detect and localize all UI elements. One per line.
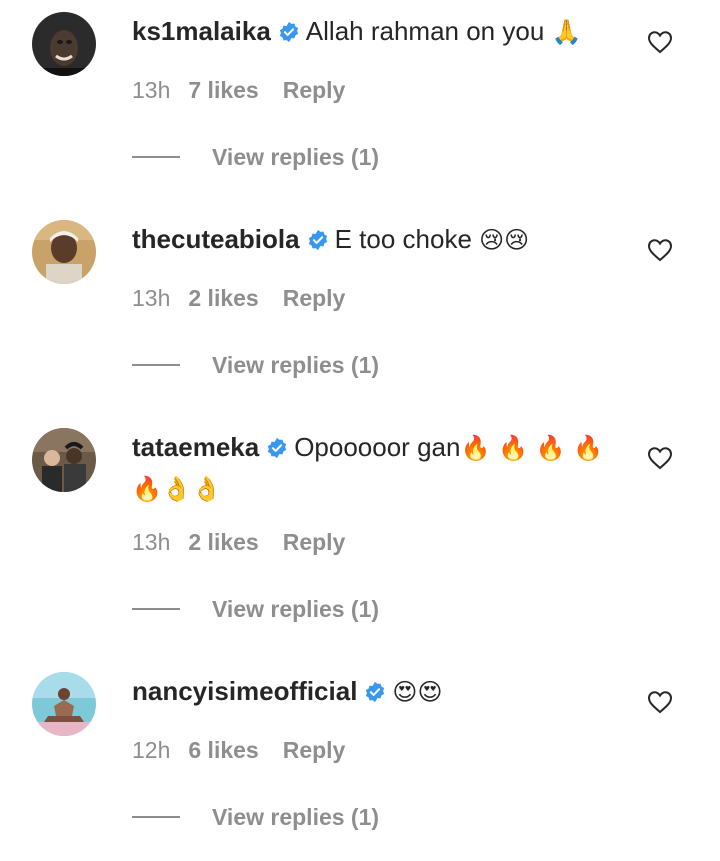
view-replies-label: View replies (1) <box>212 595 380 622</box>
view-replies-label: View replies (1) <box>212 351 380 378</box>
view-replies-button[interactable]: View replies (1) <box>132 142 379 172</box>
reply-button[interactable]: Reply <box>283 737 346 764</box>
comment-body: E too choke <box>334 224 472 254</box>
comment-emoji: 🔥👌👌 <box>132 475 222 503</box>
avatar[interactable] <box>32 12 96 76</box>
divider <box>132 156 180 158</box>
comment-text: thecuteabiola E too choke 😢😢 <box>132 220 622 259</box>
view-replies-label: View replies (1) <box>212 143 380 170</box>
divider <box>132 816 180 818</box>
comment-body: Opooooor gan <box>294 432 461 462</box>
comment-emoji: 😢😢 <box>479 226 530 254</box>
divider <box>132 364 180 366</box>
comment-text: nancyisimeofficial 😍😍 <box>132 672 622 711</box>
view-replies-button[interactable]: View replies (1) <box>132 594 379 624</box>
avatar[interactable] <box>32 672 96 736</box>
comment-text: tataemeka Opooooor gan🔥 🔥 🔥 🔥 <box>132 428 622 467</box>
comment-meta: 13h 7 likes Reply <box>132 77 345 104</box>
comment-likes[interactable]: 6 likes <box>188 737 258 764</box>
comment-emoji: 😍😍 <box>392 678 443 706</box>
heart-outline-icon[interactable] <box>647 30 673 54</box>
comment-text: ks1malaika Allah rahman on you 🙏 <box>132 12 622 51</box>
reply-button[interactable]: Reply <box>283 77 346 104</box>
comment-meta: 13h 2 likes Reply <box>132 529 345 556</box>
comment-username[interactable]: nancyisimeofficial <box>132 676 357 706</box>
heart-outline-icon[interactable] <box>647 446 673 470</box>
comment-likes[interactable]: 2 likes <box>188 285 258 312</box>
comment-username[interactable]: thecuteabiola <box>132 224 300 254</box>
comment-meta: 13h 2 likes Reply <box>132 285 345 312</box>
comment-time: 13h <box>132 529 171 555</box>
comment-text-continued: 🔥👌👌 <box>132 469 622 508</box>
comment-time: 13h <box>132 77 171 103</box>
comment-body: Allah rahman on you <box>305 16 545 46</box>
verified-badge-icon <box>266 437 288 459</box>
view-replies-button[interactable]: View replies (1) <box>132 802 379 832</box>
view-replies-label: View replies (1) <box>212 803 380 830</box>
verified-badge-icon <box>278 21 300 43</box>
comment-time: 12h <box>132 737 171 763</box>
divider <box>132 608 180 610</box>
avatar[interactable] <box>32 428 96 492</box>
comment-username[interactable]: tataemeka <box>132 432 259 462</box>
comment-time: 13h <box>132 285 171 311</box>
view-replies-button[interactable]: View replies (1) <box>132 350 379 380</box>
comment-emoji: 🔥 🔥 🔥 🔥 <box>460 434 603 462</box>
verified-badge-icon <box>364 681 386 703</box>
comment-username[interactable]: ks1malaika <box>132 16 271 46</box>
avatar[interactable] <box>32 220 96 284</box>
heart-outline-icon[interactable] <box>647 690 673 714</box>
verified-badge-icon <box>307 229 329 251</box>
comment-emoji: 🙏 <box>551 18 582 46</box>
reply-button[interactable]: Reply <box>283 285 346 312</box>
reply-button[interactable]: Reply <box>283 529 346 556</box>
comment-likes[interactable]: 2 likes <box>188 529 258 556</box>
comment-meta: 12h 6 likes Reply <box>132 737 345 764</box>
heart-outline-icon[interactable] <box>647 238 673 262</box>
comment-likes[interactable]: 7 likes <box>188 77 258 104</box>
